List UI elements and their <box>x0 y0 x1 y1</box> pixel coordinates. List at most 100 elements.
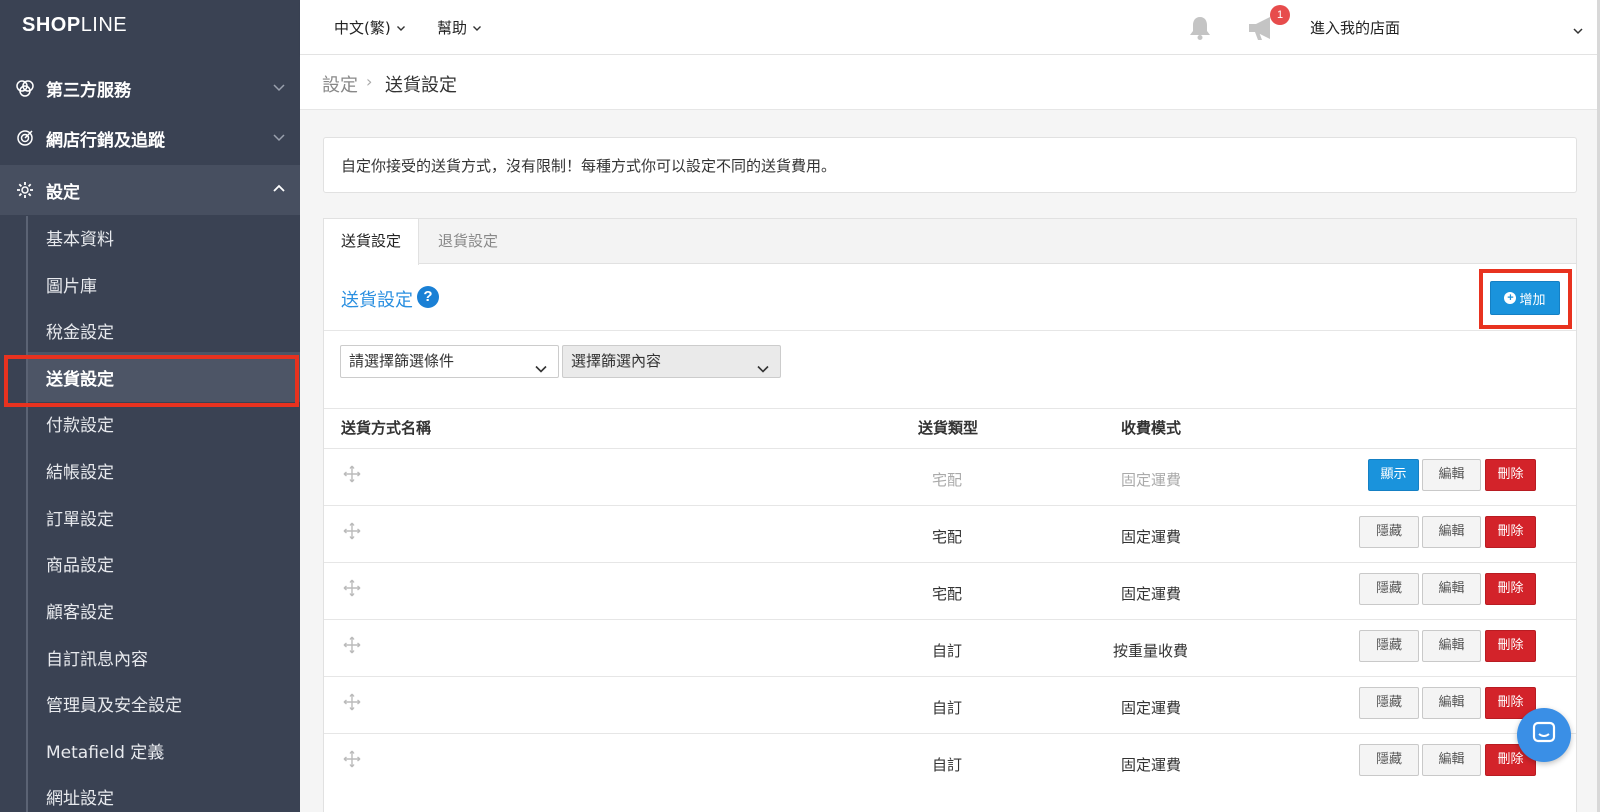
sidebar-item-metafield[interactable]: Metafield 定義 <box>46 741 164 765</box>
column-header-name: 送貨方式名稱 <box>341 419 432 437</box>
divider <box>324 408 1576 409</box>
shopline-logo[interactable]: SHOPLINE <box>22 14 127 37</box>
edit-button[interactable]: 編輯 <box>1422 459 1481 491</box>
column-header-fee-mode: 收費模式 <box>1121 419 1182 437</box>
hide-button[interactable]: 隱藏 <box>1359 573 1419 605</box>
drag-handle-icon[interactable] <box>343 579 361 601</box>
chevron-down-icon[interactable] <box>1572 22 1584 41</box>
gear-icon <box>14 179 36 201</box>
sidebar-item-label: 網店行銷及追蹤 <box>46 130 165 151</box>
sidebar-item-tax-settings[interactable]: 稅金設定 <box>46 321 114 345</box>
table-row: 自訂 按重量收費 隱藏 編輯 刪除 <box>324 619 1576 676</box>
breadcrumb: 設定 › 送貨設定 <box>300 55 1600 110</box>
fee-mode: 固定運費 <box>1121 756 1182 774</box>
sidebar-item-checkout-settings[interactable]: 結帳設定 <box>46 461 114 485</box>
delivery-type: 宅配 <box>932 585 963 603</box>
table-row: 宅配 固定運費 隱藏 編輯 刪除 <box>324 562 1576 619</box>
filter-condition-select[interactable]: 請選擇篩選條件 <box>340 345 559 378</box>
highlight-frame-add <box>1479 269 1572 329</box>
chevron-up-icon <box>272 181 286 201</box>
notification-badge: 1 <box>1270 5 1290 25</box>
edit-button[interactable]: 編輯 <box>1422 573 1481 605</box>
chevron-down-icon <box>534 356 548 387</box>
table-row: 自訂 固定運費 隱藏 編輯 刪除 <box>324 733 1576 790</box>
sidebar-item-label: 設定 <box>46 182 80 203</box>
sidebar-item-payment-settings[interactable]: 付款設定 <box>46 414 114 438</box>
fee-mode: 固定運費 <box>1121 528 1182 546</box>
chat-support-button[interactable] <box>1517 708 1571 762</box>
sidebar-item-third-party[interactable]: 第三方服務 <box>0 63 300 113</box>
delivery-type: 宅配 <box>932 471 963 489</box>
column-header-type: 送貨類型 <box>918 419 979 437</box>
sidebar-item-admin-security[interactable]: 管理員及安全設定 <box>46 694 182 718</box>
hide-button[interactable]: 隱藏 <box>1359 630 1419 662</box>
target-icon <box>14 127 36 149</box>
hide-button[interactable]: 隱藏 <box>1359 516 1419 548</box>
main-content: 設定 › 送貨設定 自定你接受的送貨方式，沒有限制！每種方式你可以設定不同的送貨… <box>300 55 1600 812</box>
sidebar-item-settings[interactable]: 設定 <box>0 165 300 215</box>
chevron-down-icon <box>472 19 482 37</box>
help-icon[interactable]: ? <box>417 286 439 308</box>
fee-mode: 固定運費 <box>1121 471 1182 489</box>
delivery-type: 宅配 <box>932 528 963 546</box>
delete-button[interactable]: 刪除 <box>1485 516 1536 548</box>
sidebar-item-image-library[interactable]: 圖片庫 <box>46 275 97 299</box>
table-row: 宅配 固定運費 隱藏 編輯 刪除 <box>324 505 1576 562</box>
sidebar-item-url-settings[interactable]: 網址設定 <box>46 787 114 811</box>
language-dropdown[interactable]: 中文(繁) <box>334 17 406 38</box>
hide-button[interactable]: 隱藏 <box>1359 687 1419 719</box>
delete-button[interactable]: 刪除 <box>1485 630 1536 662</box>
chevron-down-icon <box>272 79 286 99</box>
chevron-down-icon <box>756 356 770 387</box>
table-row: 宅配 固定運費 顯示 編輯 刪除 <box>324 448 1576 505</box>
tab-return-settings[interactable]: 退貨設定 <box>421 219 515 264</box>
help-dropdown[interactable]: 幫助 <box>437 17 482 38</box>
delivery-settings-panel: 送貨設定 退貨設定 送貨設定 ? + 增加 請選擇篩選條件 選擇篩選內容 送貨方… <box>323 218 1577 812</box>
sidebar-item-custom-messages[interactable]: 自訂訊息內容 <box>46 648 148 672</box>
highlight-frame-delivery <box>4 355 299 407</box>
delivery-type: 自訂 <box>932 699 963 717</box>
fee-mode: 固定運費 <box>1121 699 1182 717</box>
info-banner: 自定你接受的送貨方式，沒有限制！每種方式你可以設定不同的送貨費用。 <box>323 137 1577 193</box>
store-front-link[interactable]: 進入我的店面 <box>1310 17 1400 38</box>
fee-mode: 按重量收費 <box>1113 642 1189 660</box>
circles-icon <box>14 77 36 99</box>
drag-handle-icon[interactable] <box>343 636 361 658</box>
sidebar-item-customer-settings[interactable]: 顧客設定 <box>46 601 114 625</box>
sidebar-item-order-settings[interactable]: 訂單設定 <box>46 508 114 532</box>
show-button[interactable]: 顯示 <box>1368 459 1419 491</box>
filter-content-select[interactable]: 選擇篩選內容 <box>562 345 781 378</box>
chevron-down-icon <box>272 129 286 149</box>
edit-button[interactable]: 編輯 <box>1422 687 1481 719</box>
drag-handle-icon[interactable] <box>343 693 361 715</box>
delivery-type: 自訂 <box>932 642 963 660</box>
sidebar: SHOPLINE 第三方服務 網店行銷及追蹤 設定 基本資料 圖片庫 稅金設定 … <box>0 0 300 812</box>
sidebar-item-marketing[interactable]: 網店行銷及追蹤 <box>0 113 300 163</box>
drag-handle-icon[interactable] <box>343 465 361 487</box>
top-bar: 中文(繁) 幫助 1 進入我的店面 <box>300 0 1600 55</box>
breadcrumb-separator-icon: › <box>366 72 373 91</box>
tab-delivery-settings[interactable]: 送貨設定 <box>324 219 420 265</box>
drag-handle-icon[interactable] <box>343 522 361 544</box>
table-row: 自訂 固定運費 隱藏 編輯 刪除 <box>324 676 1576 733</box>
tab-bar: 送貨設定 退貨設定 <box>324 219 1576 265</box>
edit-button[interactable]: 編輯 <box>1422 516 1481 548</box>
breadcrumb-current: 送貨設定 <box>385 75 457 96</box>
breadcrumb-root[interactable]: 設定 <box>322 71 358 97</box>
bell-icon[interactable] <box>1186 14 1214 46</box>
edit-button[interactable]: 編輯 <box>1422 630 1481 662</box>
sidebar-item-product-settings[interactable]: 商品設定 <box>46 554 114 578</box>
section-title: 送貨設定 <box>341 290 413 311</box>
chevron-down-icon <box>396 19 406 37</box>
hide-button[interactable]: 隱藏 <box>1359 744 1419 776</box>
delete-button[interactable]: 刪除 <box>1485 459 1536 491</box>
fee-mode: 固定運費 <box>1121 585 1182 603</box>
submenu-guide-line <box>26 216 28 812</box>
sidebar-item-basic-info[interactable]: 基本資料 <box>46 228 114 252</box>
delete-button[interactable]: 刪除 <box>1485 573 1536 605</box>
edit-button[interactable]: 編輯 <box>1422 744 1481 776</box>
delivery-type: 自訂 <box>932 756 963 774</box>
sidebar-item-label: 第三方服務 <box>46 80 131 101</box>
drag-handle-icon[interactable] <box>343 750 361 772</box>
divider <box>324 330 1576 331</box>
